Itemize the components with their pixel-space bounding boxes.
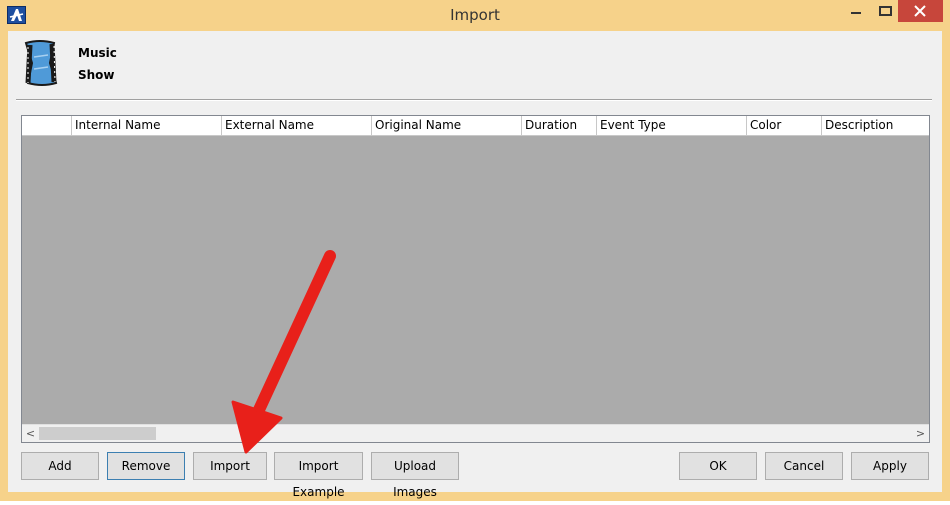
column-header-color[interactable]: Color <box>747 116 822 135</box>
import-window: Import Music Show Internal Name External… <box>0 0 950 501</box>
maximize-icon[interactable] <box>872 0 900 22</box>
remove-button[interactable]: Remove <box>107 452 185 480</box>
column-header-event-type[interactable]: Event Type <box>597 116 747 135</box>
import-example-button[interactable]: Import Example <box>274 452 363 499</box>
ok-button[interactable]: OK <box>679 452 757 480</box>
grid-header-row: Internal Name External Name Original Nam… <box>22 116 929 136</box>
film-strip-icon <box>20 39 62 87</box>
column-header-external-name[interactable]: External Name <box>222 116 372 135</box>
window-title: Import <box>450 6 500 24</box>
header-separator <box>16 99 932 101</box>
column-header-duration[interactable]: Duration <box>522 116 597 135</box>
minimize-icon[interactable] <box>842 0 872 22</box>
header-title-line1: Music <box>78 46 117 60</box>
upload-images-button[interactable]: Upload Images <box>371 452 459 499</box>
column-header-row-selector[interactable] <box>22 116 72 135</box>
scrollbar-thumb[interactable] <box>39 427 156 440</box>
header-title-line2: Show <box>78 68 115 82</box>
scroll-right-icon[interactable]: > <box>912 425 929 442</box>
column-header-internal-name[interactable]: Internal Name <box>72 116 222 135</box>
cancel-button[interactable]: Cancel <box>765 452 843 480</box>
column-header-original-name[interactable]: Original Name <box>372 116 522 135</box>
scroll-left-icon[interactable]: < <box>22 425 39 442</box>
import-button[interactable]: Import <box>193 452 267 480</box>
title-bar[interactable]: Import <box>0 0 950 31</box>
column-header-description[interactable]: Description <box>822 116 929 135</box>
add-button[interactable]: Add <box>21 452 99 480</box>
dialog-body: Music Show Internal Name External Name O… <box>8 31 942 499</box>
close-icon[interactable] <box>898 0 943 22</box>
apply-button[interactable]: Apply <box>851 452 929 480</box>
import-grid[interactable]: Internal Name External Name Original Nam… <box>21 115 930 443</box>
horizontal-scrollbar[interactable]: < > <box>22 424 929 442</box>
